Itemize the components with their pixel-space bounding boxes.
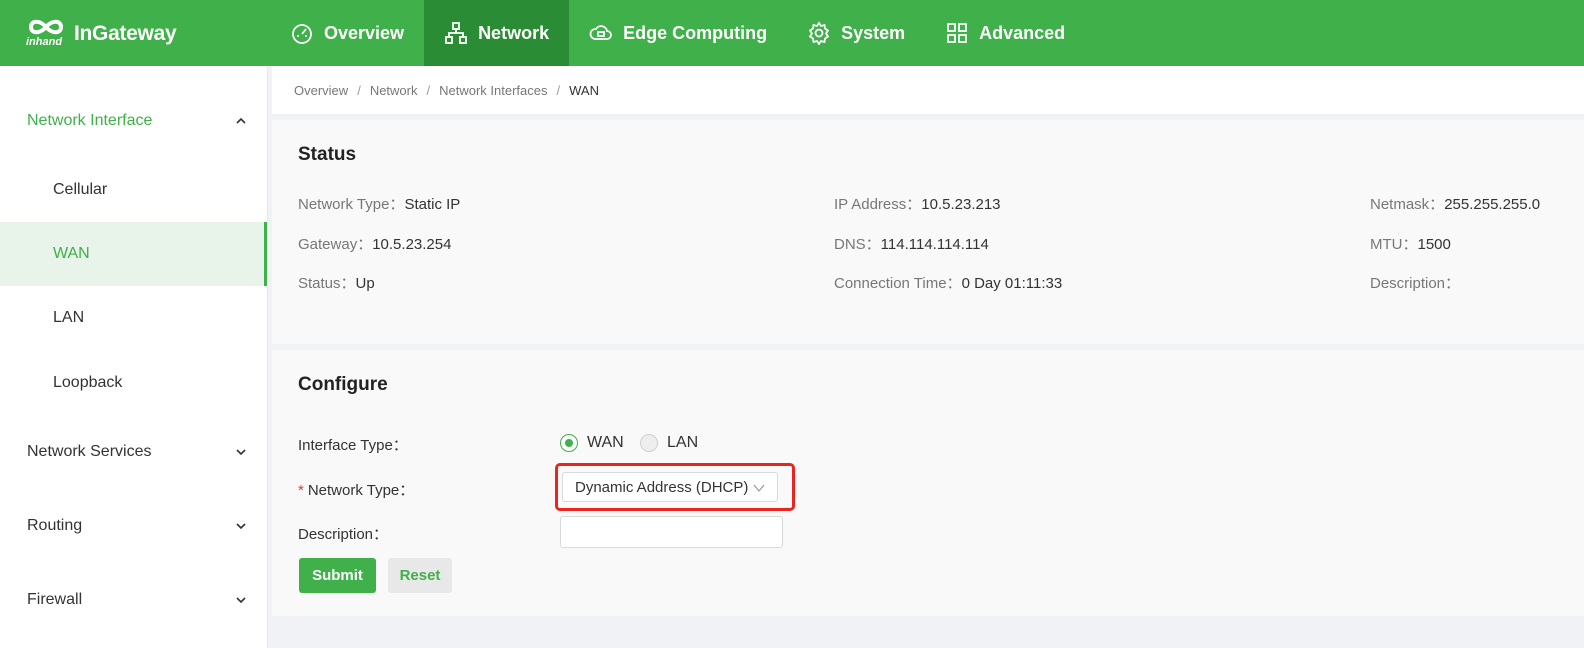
description-input[interactable] [560, 516, 783, 548]
field-value: 0 Day 01:11:33 [961, 275, 1063, 292]
network-type-label-text: Network Type： [307, 482, 415, 499]
field-label: Connection Time： [834, 275, 962, 292]
sidebar-group-network-services[interactable]: Network Services [0, 432, 267, 472]
nav-overview[interactable]: Overview [270, 0, 424, 66]
interface-type-label: Interface Type： [298, 437, 408, 454]
top-nav-bar: inhand InGateway Overview Network Edge C… [0, 0, 1584, 66]
sidebar-item-lan[interactable]: LAN [0, 286, 267, 350]
field-label: Description： [1370, 275, 1461, 292]
sidebar-group-label: Network Services [27, 443, 152, 460]
description-label: Description： [298, 526, 389, 543]
breadcrumb-current: WAN [569, 82, 599, 98]
inhand-logo-icon: inhand [26, 16, 68, 52]
field-value: 10.5.23.254 [372, 236, 452, 253]
interface-type-lan-radio[interactable]: LAN [640, 434, 698, 452]
configure-card: Configure Interface Type： WAN LAN * Netwo… [272, 350, 1584, 616]
chevron-down-icon [753, 484, 765, 492]
field-label: DNS： [834, 236, 881, 253]
sidebar-item-label: Cellular [53, 181, 108, 198]
status-mtu: MTU：1500 [1370, 233, 1451, 254]
sidebar-group-firewall[interactable]: Firewall [0, 580, 267, 620]
field-label: MTU： [1370, 236, 1418, 253]
network-type-select[interactable]: Dynamic Address (DHCP) [562, 472, 778, 502]
field-value: Static IP [404, 196, 461, 213]
status-network-type: Network Type：Static IP [298, 193, 460, 214]
sidebar-item-label: Loopback [53, 374, 123, 391]
sidebar-item-loopback[interactable]: Loopback [0, 351, 267, 415]
submit-button[interactable]: Submit [299, 558, 376, 593]
chevron-down-icon [236, 523, 246, 530]
status-description: Description： [1370, 272, 1460, 293]
grid-icon [947, 23, 968, 43]
status-connection-time: Connection Time：0 Day 01:11:33 [834, 272, 1062, 293]
main-nav: Overview Network Edge Computing System A… [270, 0, 1085, 66]
nav-system[interactable]: System [787, 0, 925, 66]
field-value: 1500 [1417, 236, 1451, 253]
field-label: Gateway： [298, 236, 373, 253]
select-value: Dynamic Address (DHCP) [575, 478, 749, 496]
configure-title: Configure [298, 374, 388, 395]
nav-system-label: System [841, 22, 906, 43]
chevron-down-icon [236, 597, 246, 604]
status-dns: DNS：114.114.114.114 [834, 233, 989, 254]
sidebar-item-label: LAN [53, 309, 85, 326]
sidebar-group-label: Network Interface [27, 112, 153, 129]
sidebar-item-wan[interactable]: WAN [0, 222, 267, 286]
logo-sub-text: inhand [26, 36, 63, 48]
nav-edge-computing[interactable]: Edge Computing [569, 0, 787, 66]
field-label: Status： [298, 275, 356, 292]
sidebar-group-routing[interactable]: Routing [0, 506, 267, 546]
dashboard-icon [292, 24, 312, 44]
breadcrumb-separator: / [357, 82, 361, 98]
sidebar: Network Interface Cellular WAN LAN Loopb… [0, 66, 268, 648]
network-type-label: * Network Type： [298, 479, 414, 500]
required-marker: * [298, 482, 304, 499]
status-status: Status：Up [298, 272, 375, 293]
breadcrumb-separator: / [426, 82, 431, 98]
sidebar-item-cellular[interactable]: Cellular [0, 158, 267, 222]
brand-name: InGateway [74, 22, 177, 45]
breadcrumb-network[interactable]: Network [370, 83, 418, 98]
field-label: Netmask： [1370, 196, 1445, 213]
brand-logo[interactable]: inhand InGateway [26, 16, 177, 52]
field-value: 114.114.114.114 [880, 236, 989, 253]
nav-advanced-label: Advanced [979, 22, 1066, 43]
radio-checked-icon [560, 434, 578, 452]
radio-unchecked-icon [640, 434, 658, 452]
field-value: Up [355, 275, 375, 292]
nav-network[interactable]: Network [424, 0, 570, 66]
status-gateway: Gateway：10.5.23.254 [298, 233, 451, 254]
breadcrumb-network-interfaces[interactable]: Network Interfaces [439, 83, 547, 98]
chevron-up-icon [236, 117, 246, 124]
breadcrumb-separator: / [556, 82, 561, 98]
chevron-down-icon [236, 449, 246, 456]
network-icon [445, 22, 467, 44]
sidebar-item-label: WAN [53, 245, 90, 262]
nav-overview-label: Overview [324, 22, 405, 43]
field-label: Network Type： [298, 196, 405, 213]
nav-network-label: Network [478, 22, 550, 43]
radio-label: LAN [667, 434, 699, 451]
status-netmask: Netmask：255.255.255.0 [1370, 193, 1540, 214]
field-value: 10.5.23.213 [921, 196, 1001, 213]
field-label: IP Address： [834, 196, 922, 213]
sidebar-group-label: Firewall [27, 591, 83, 608]
breadcrumb: Overview / Network / Network Interfaces … [272, 66, 1584, 114]
nav-edge-computing-label: Edge Computing [623, 22, 768, 43]
breadcrumb-overview[interactable]: Overview [294, 83, 348, 98]
sidebar-group-network-interface[interactable]: Network Interface [0, 101, 267, 141]
cloud-icon [589, 25, 612, 40]
status-title: Status [298, 144, 357, 165]
field-value: 255.255.255.0 [1444, 196, 1541, 213]
sidebar-group-label: Routing [27, 517, 83, 534]
status-ip-address: IP Address：10.5.23.213 [834, 193, 1001, 214]
interface-type-wan-radio[interactable]: WAN [560, 434, 624, 452]
nav-advanced[interactable]: Advanced [925, 0, 1085, 66]
radio-label: WAN [587, 434, 624, 451]
reset-button[interactable]: Reset [388, 558, 452, 593]
status-card: Status Network Type：Static IP IP Address… [272, 120, 1584, 344]
gear-icon [808, 21, 830, 45]
